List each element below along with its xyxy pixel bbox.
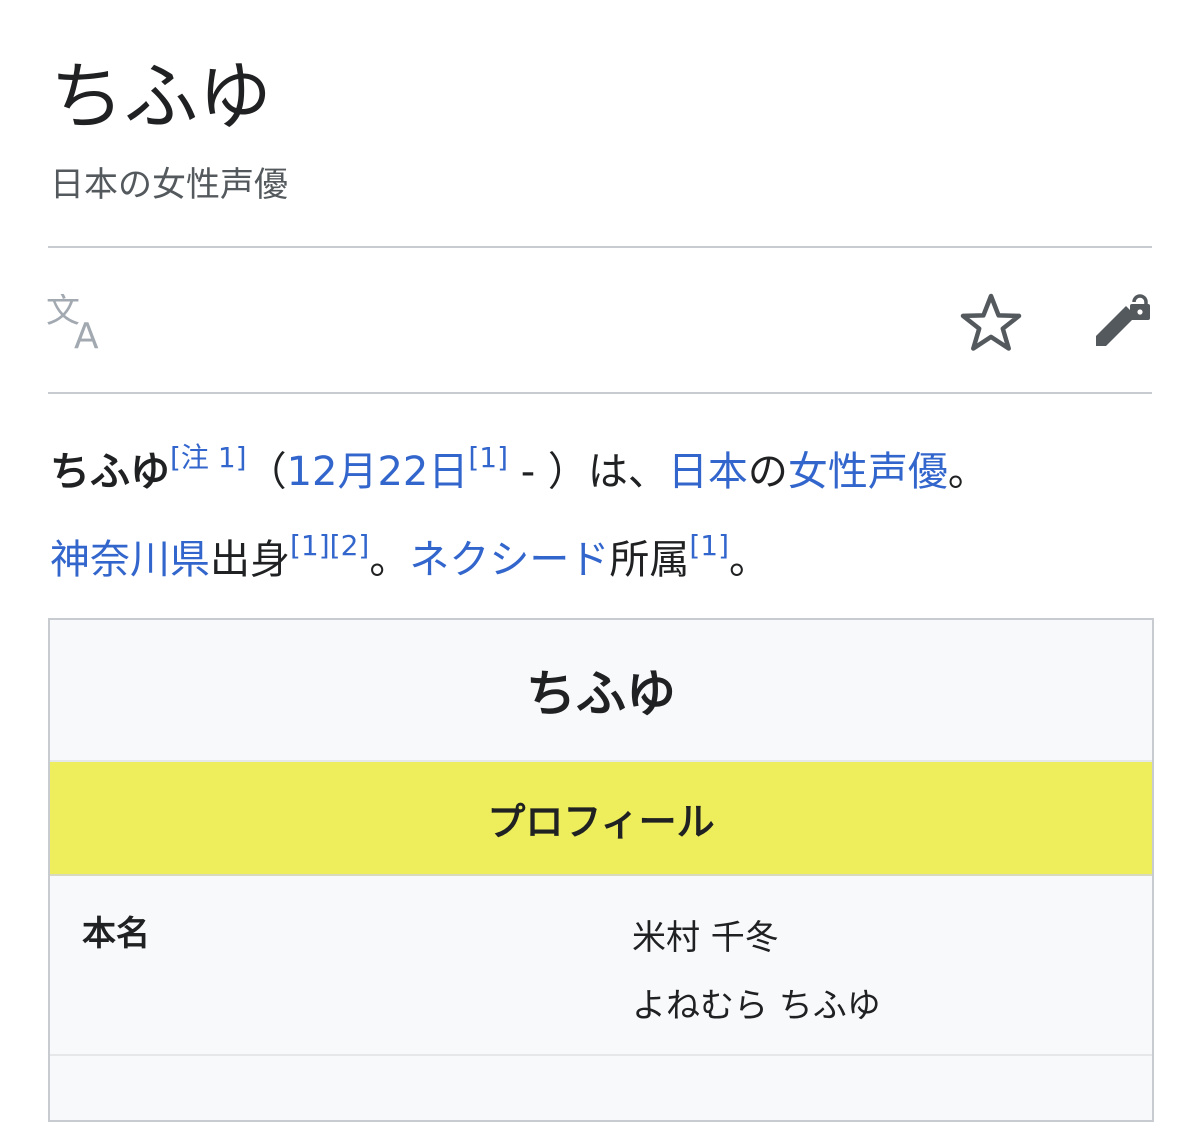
country-link[interactable]: 日本 xyxy=(668,449,748,495)
birthday-link[interactable]: 12月22日 xyxy=(287,449,469,495)
svg-text:A: A xyxy=(74,316,99,350)
lead-text: の xyxy=(747,449,788,495)
translate-icon[interactable]: 文 A xyxy=(46,294,112,350)
star-icon[interactable] xyxy=(958,290,1024,356)
header-divider xyxy=(48,246,1152,248)
citation-2[interactable]: [2] xyxy=(330,529,370,562)
real-name: 米村 千冬 xyxy=(632,918,779,958)
lead-text: 。 xyxy=(729,537,770,583)
infobox: ちふゆ プロフィール 本名 米村 千冬 よねむら ちふゆ xyxy=(48,618,1154,1122)
page-description: 日本の女性声優 xyxy=(50,165,288,205)
infobox-value: 米村 千冬 よねむら ちふゆ xyxy=(632,904,881,1040)
lead-text: - ）は、 xyxy=(508,449,668,495)
infobox-label: 本名 xyxy=(82,914,150,954)
toolbar-divider xyxy=(48,392,1152,394)
citation-1[interactable]: [1] xyxy=(290,529,330,562)
page-title: ちふゆ xyxy=(50,54,272,140)
article-subject: ちふゆ xyxy=(50,449,170,495)
infobox-section-header: プロフィール xyxy=(50,762,1152,876)
lead-line-2: 神奈川県出身[1][2]。ネクシード所属[1]。 xyxy=(50,518,1160,606)
citation-1[interactable]: [1] xyxy=(689,529,729,562)
lead-text: 所属 xyxy=(609,537,690,583)
edit-locked-icon[interactable] xyxy=(1090,288,1160,354)
profession-link[interactable]: 女性声優 xyxy=(788,449,948,495)
lead-text: （ xyxy=(246,449,287,495)
infobox-row: 本名 米村 千冬 よねむら ちふゆ xyxy=(50,876,1152,1056)
lead-text: 。 xyxy=(947,449,988,495)
note-reference[interactable]: [注 1] xyxy=(170,441,247,474)
lead-text: 。 xyxy=(369,537,410,583)
lead-line-1: ちふゆ[注 1]（12月22日[1] - ）は、日本の女性声優。 xyxy=(50,430,1160,518)
lead-text: 出身 xyxy=(210,537,290,583)
prefecture-link[interactable]: 神奈川県 xyxy=(50,537,210,583)
citation-1[interactable]: [1] xyxy=(468,441,508,474)
lead-paragraph: ちふゆ[注 1]（12月22日[1] - ）は、日本の女性声優。 神奈川県出身[… xyxy=(50,430,1160,606)
real-name-reading: よねむら ちふゆ xyxy=(632,986,881,1026)
agency-link[interactable]: ネクシード xyxy=(409,537,609,583)
infobox-title: ちふゆ xyxy=(50,620,1152,762)
